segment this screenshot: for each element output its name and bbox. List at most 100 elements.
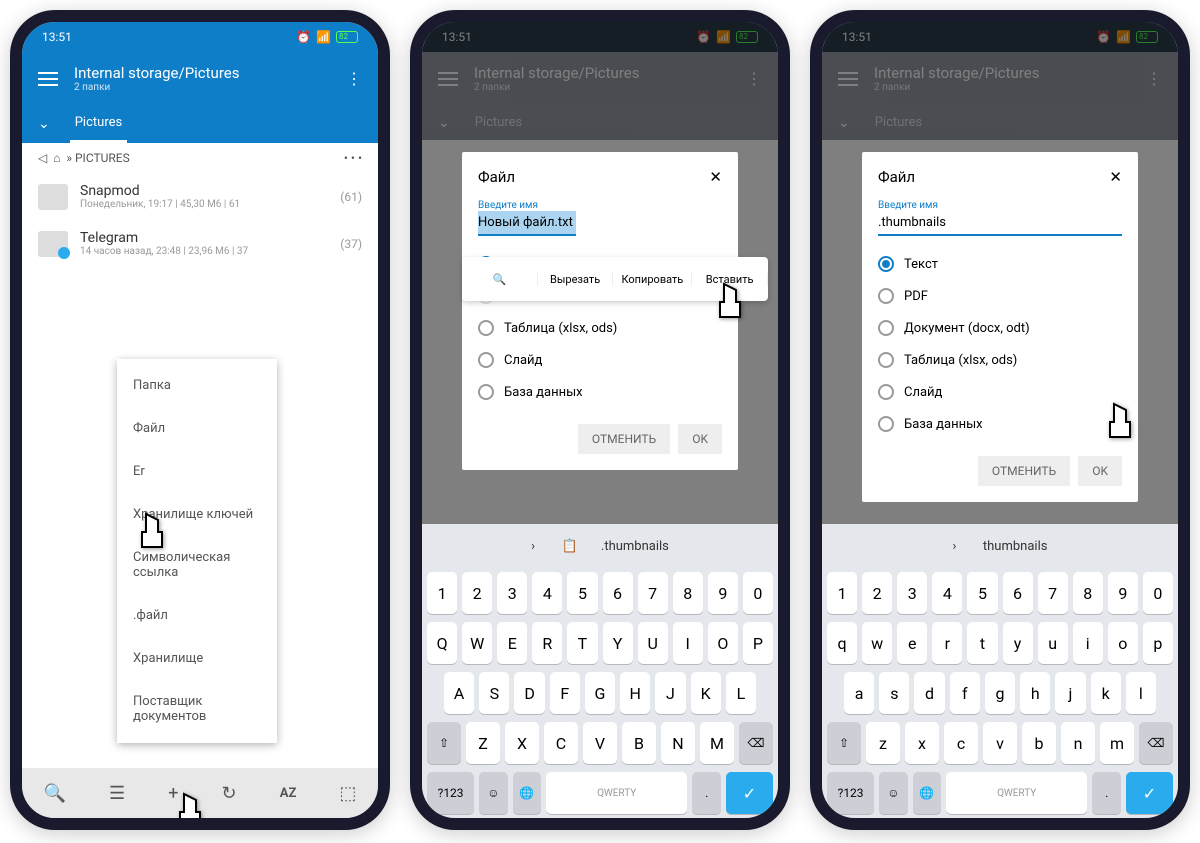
- key[interactable]: Y: [603, 622, 633, 664]
- key[interactable]: w: [862, 622, 892, 664]
- tab-pictures[interactable]: Pictures: [70, 105, 127, 143]
- key[interactable]: r: [932, 622, 962, 664]
- key[interactable]: 4: [532, 572, 562, 614]
- key[interactable]: Q: [427, 622, 457, 664]
- ctx-search-icon[interactable]: 🔍: [462, 273, 538, 286]
- expand-icon[interactable]: ›: [531, 539, 535, 554]
- filename-input[interactable]: [878, 211, 1122, 236]
- key[interactable]: 2: [862, 572, 892, 614]
- key[interactable]: f: [950, 672, 980, 714]
- cancel-button[interactable]: ОТМЕНИТЬ: [978, 456, 1070, 486]
- key[interactable]: L: [726, 672, 756, 714]
- key[interactable]: S: [479, 672, 509, 714]
- key[interactable]: H: [620, 672, 650, 714]
- space-key[interactable]: QWERTY: [546, 772, 688, 814]
- key[interactable]: I: [673, 622, 703, 664]
- key[interactable]: 5: [567, 572, 597, 614]
- key[interactable]: 0: [743, 572, 773, 614]
- key[interactable]: t: [967, 622, 997, 664]
- add-icon[interactable]: +: [168, 783, 178, 804]
- ctx-cut[interactable]: Вырезать: [538, 273, 614, 286]
- key[interactable]: 9: [1108, 572, 1138, 614]
- close-icon[interactable]: ✕: [1109, 168, 1122, 186]
- key[interactable]: J: [655, 672, 685, 714]
- globe-key[interactable]: 🌐: [513, 772, 541, 814]
- suggestion[interactable]: thumbnails: [983, 539, 1048, 554]
- sort-button[interactable]: AZ: [280, 786, 297, 801]
- menu-folder[interactable]: Папка: [117, 364, 277, 407]
- menu-dotfile[interactable]: .файл: [117, 594, 277, 637]
- list-item[interactable]: SnapmodПонедельник, 19:17 | 45,30 M6 | 6…: [22, 173, 378, 220]
- ctx-paste[interactable]: Вставить: [692, 273, 768, 286]
- filename-input[interactable]: [478, 211, 576, 236]
- expand-icon[interactable]: ›: [953, 539, 957, 554]
- key[interactable]: U: [638, 622, 668, 664]
- cancel-button[interactable]: ОТМЕНИТЬ: [578, 424, 670, 454]
- radio-slide[interactable]: [878, 384, 894, 400]
- key[interactable]: W: [462, 622, 492, 664]
- key[interactable]: k: [1091, 672, 1121, 714]
- overflow-icon[interactable]: ⋮: [346, 69, 362, 88]
- key[interactable]: p: [1143, 622, 1173, 664]
- key[interactable]: 9: [708, 572, 738, 614]
- key[interactable]: 8: [1073, 572, 1103, 614]
- key[interactable]: g: [985, 672, 1015, 714]
- num-key[interactable]: ?123: [427, 772, 474, 814]
- key[interactable]: G: [585, 672, 615, 714]
- radio-pdf[interactable]: [878, 288, 894, 304]
- view-icon[interactable]: ☰: [109, 783, 125, 804]
- key[interactable]: 8: [673, 572, 703, 614]
- ok-button[interactable]: OK: [1078, 456, 1122, 486]
- key[interactable]: h: [1020, 672, 1050, 714]
- menu-file[interactable]: Файл: [117, 407, 277, 450]
- key[interactable]: i: [1073, 622, 1103, 664]
- key[interactable]: E: [497, 622, 527, 664]
- radio-text[interactable]: [878, 256, 894, 272]
- key[interactable]: d: [914, 672, 944, 714]
- menu-docprovider[interactable]: Поставщик документов: [117, 680, 277, 738]
- shift-key[interactable]: ⇧: [427, 722, 461, 764]
- close-icon[interactable]: ✕: [709, 168, 722, 186]
- radio-table[interactable]: [878, 352, 894, 368]
- refresh-icon[interactable]: ↻: [222, 783, 237, 804]
- list-item[interactable]: Telegram14 часов назад, 23:48 | 23,96 M6…: [22, 220, 378, 267]
- radio-doc[interactable]: [878, 320, 894, 336]
- key[interactable]: a: [844, 672, 874, 714]
- menu-icon[interactable]: [38, 72, 58, 86]
- key[interactable]: F: [550, 672, 580, 714]
- menu-item[interactable]: Er: [117, 450, 277, 493]
- key[interactable]: 1: [427, 572, 457, 614]
- key[interactable]: K: [691, 672, 721, 714]
- radio-db[interactable]: [878, 416, 894, 432]
- clipboard-icon[interactable]: 📋: [561, 539, 577, 554]
- key[interactable]: 2: [462, 572, 492, 614]
- key[interactable]: y: [1003, 622, 1033, 664]
- key[interactable]: 3: [897, 572, 927, 614]
- ctx-copy[interactable]: Копировать: [613, 273, 692, 286]
- radio-db[interactable]: [478, 384, 494, 400]
- key[interactable]: 7: [638, 572, 668, 614]
- emoji-key[interactable]: ☺: [479, 772, 507, 814]
- key[interactable]: o: [1108, 622, 1138, 664]
- key[interactable]: A: [444, 672, 474, 714]
- key[interactable]: O: [708, 622, 738, 664]
- radio-table[interactable]: [478, 320, 494, 336]
- key[interactable]: 7: [1038, 572, 1068, 614]
- key[interactable]: T: [567, 622, 597, 664]
- header-title[interactable]: Internal storage/Pictures: [74, 64, 330, 82]
- key[interactable]: 3: [497, 572, 527, 614]
- suggestion[interactable]: .thumbnails: [601, 539, 669, 554]
- ok-button[interactable]: OK: [678, 424, 722, 454]
- select-icon[interactable]: ⬚: [339, 783, 356, 804]
- key[interactable]: P: [743, 622, 773, 664]
- key[interactable]: l: [1126, 672, 1156, 714]
- menu-keystore[interactable]: Хранилище ключей: [117, 493, 277, 536]
- key[interactable]: 1: [827, 572, 857, 614]
- key[interactable]: 5: [967, 572, 997, 614]
- chevron-down-icon[interactable]: ⌄: [38, 116, 50, 132]
- key[interactable]: R: [532, 622, 562, 664]
- menu-storage[interactable]: Хранилище: [117, 637, 277, 680]
- key[interactable]: D: [514, 672, 544, 714]
- key[interactable]: s: [879, 672, 909, 714]
- search-icon[interactable]: 🔍: [44, 783, 66, 804]
